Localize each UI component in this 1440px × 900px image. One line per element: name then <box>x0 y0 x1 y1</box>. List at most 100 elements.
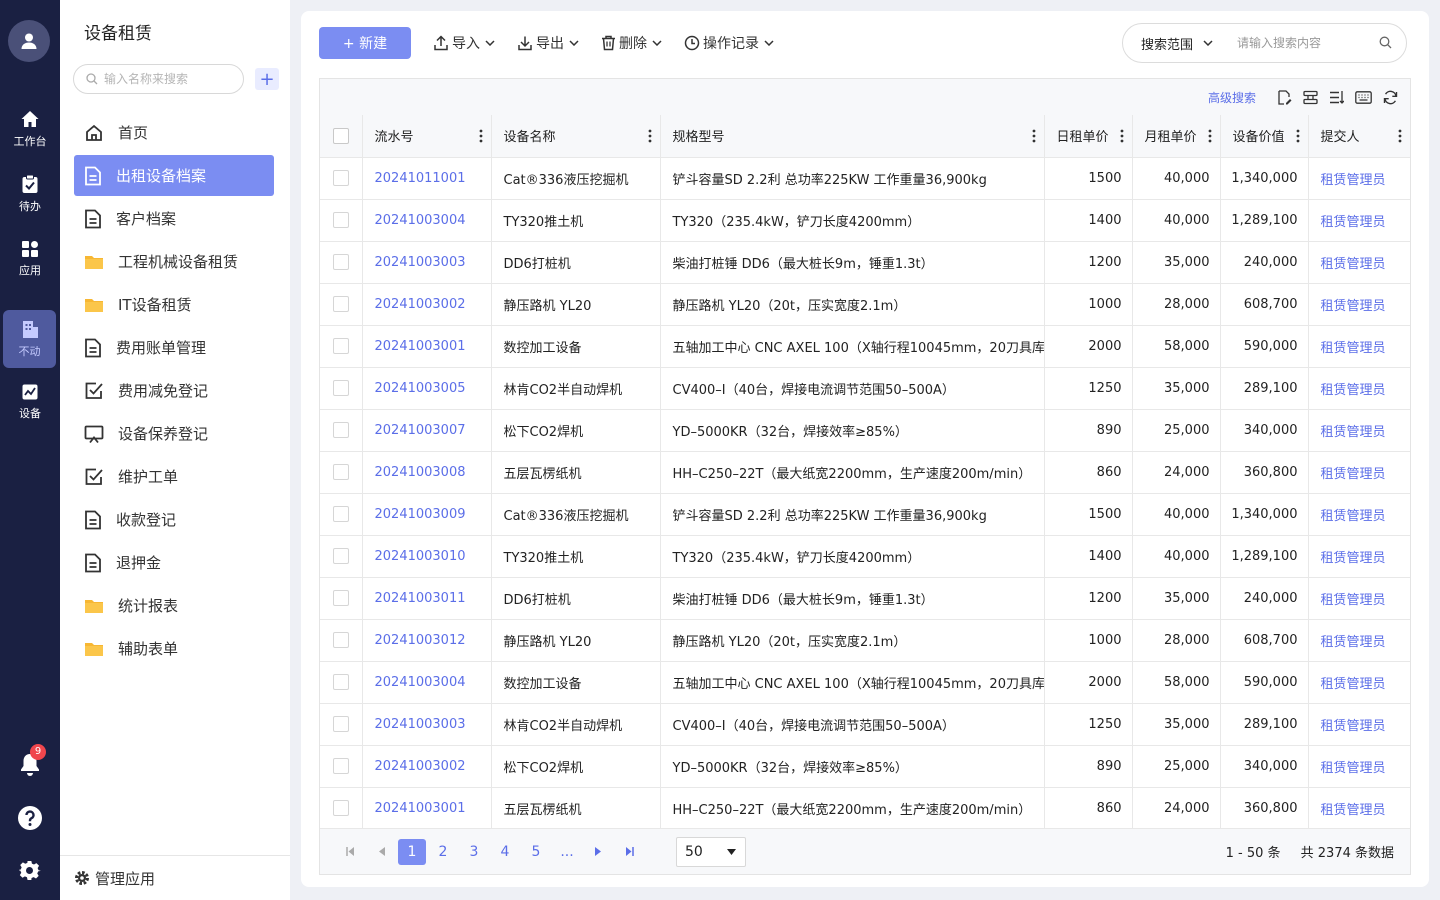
row-checkbox[interactable] <box>320 577 363 620</box>
table-row[interactable]: 20241003010 TY320推土机 TY320（235.4kW，铲刀长度420… <box>320 535 1410 578</box>
sidebar-item-billing[interactable]: 费用账单管理 <box>74 327 274 368</box>
manage-app-button[interactable]: 管理应用 <box>60 855 290 900</box>
page-button-3[interactable]: 3 <box>460 839 488 865</box>
new-button[interactable]: + 新建 <box>319 27 411 59</box>
more-vertical-icon[interactable] <box>1398 129 1402 143</box>
sidebar-item-deposit-refund[interactable]: 退押金 <box>74 542 274 583</box>
search-input[interactable] <box>1237 36 1367 50</box>
serial-number-link[interactable]: 20241003003 <box>362 241 492 284</box>
sidebar-item-maintenance[interactable]: 设备保养登记 <box>74 413 274 454</box>
column-header[interactable]: 规格型号 <box>660 115 1045 158</box>
sidebar-item-fee-waiver[interactable]: 费用减免登记 <box>74 370 274 411</box>
sidebar-item-home[interactable]: 首页 <box>74 112 274 153</box>
column-header[interactable]: 月租单价 <box>1132 115 1221 158</box>
row-checkbox[interactable] <box>320 199 363 242</box>
row-checkbox[interactable] <box>320 409 363 452</box>
refresh-button[interactable] <box>1383 90 1398 105</box>
row-checkbox[interactable] <box>320 157 363 200</box>
table-row[interactable]: 20241003012 静压路机 YL20 静压路机 YL20（20t，压实宽度2.… <box>320 619 1410 662</box>
table-row[interactable]: 20241003007 松下CO2焊机 YD–5000KR（32台，焊接效率≥85%… <box>320 409 1410 452</box>
column-header[interactable]: 设备价值 <box>1220 115 1309 158</box>
serial-number-link[interactable]: 20241003010 <box>362 535 492 578</box>
help-button[interactable] <box>0 805 60 831</box>
operation-log-button[interactable]: 操作记录 <box>684 33 774 53</box>
page-size-select[interactable]: 50 <box>676 836 746 867</box>
serial-number-link[interactable]: 20241003008 <box>362 451 492 494</box>
serial-number-link[interactable]: 20241003012 <box>362 619 492 662</box>
search-scope-select[interactable]: 搜索范围 <box>1141 34 1237 53</box>
serial-number-link[interactable]: 20241003003 <box>362 703 492 746</box>
settings-button[interactable] <box>0 860 60 882</box>
row-checkbox[interactable] <box>320 619 363 662</box>
sidebar-item-work-order[interactable]: 维护工单 <box>74 456 274 497</box>
row-checkbox[interactable] <box>320 367 363 410</box>
table-row[interactable]: 20241003003 DD6打桩机 柴油打桩锤 DD6（最大桩长9m，锤重1.3t… <box>320 241 1410 284</box>
serial-number-link[interactable]: 20241003002 <box>362 745 492 788</box>
sidebar-item-aux-forms[interactable]: 辅助表单 <box>74 628 274 669</box>
advanced-search-link[interactable]: 高级搜索 <box>1208 89 1256 106</box>
sidebar-search[interactable] <box>73 64 244 94</box>
serial-number-link[interactable]: 20241003009 <box>362 493 492 536</box>
table-row[interactable]: 20241003005 林肯CO2半自动焊机 CV400–I（40台，焊接电流调节范… <box>320 367 1410 410</box>
serial-number-link[interactable]: 20241003005 <box>362 367 492 410</box>
more-vertical-icon[interactable] <box>1120 129 1124 143</box>
row-checkbox[interactable] <box>320 535 363 578</box>
more-vertical-icon[interactable] <box>1296 129 1300 143</box>
serial-number-link[interactable]: 20241003002 <box>362 283 492 326</box>
search-icon[interactable] <box>1379 36 1392 49</box>
rail-item-workbench[interactable]: 工作台 <box>0 100 60 158</box>
avatar[interactable] <box>8 20 50 62</box>
delete-button[interactable]: 删除 <box>601 33 662 53</box>
page-button-5[interactable]: 5 <box>522 839 550 865</box>
keyboard-button[interactable] <box>1355 90 1372 104</box>
table-row[interactable]: 20241003001 五层瓦楞纸机 HH–C250–22T（最大纸宽2200mm，… <box>320 787 1410 829</box>
row-checkbox[interactable] <box>320 745 363 788</box>
column-settings-button[interactable] <box>1329 90 1344 105</box>
submitter-link[interactable]: 租赁管理员 <box>1308 661 1410 704</box>
submitter-link[interactable]: 租赁管理员 <box>1308 619 1410 662</box>
row-checkbox[interactable] <box>320 703 363 746</box>
sidebar-item-construction[interactable]: 工程机械设备租赁 <box>74 241 274 282</box>
sidebar-item-it[interactable]: IT设备租赁 <box>74 284 274 325</box>
first-page-button[interactable] <box>336 839 364 865</box>
page-ellipsis[interactable]: ... <box>553 839 581 865</box>
serial-number-link[interactable]: 20241003011 <box>362 577 492 620</box>
sidebar-item-rental-equipment[interactable]: 出租设备档案 <box>74 155 274 196</box>
table-row[interactable]: 20241003001 数控加工设备 五轴加工中心 CNC AXEL 100（X轴行… <box>320 325 1410 368</box>
sidebar-item-receipts[interactable]: 收款登记 <box>74 499 274 540</box>
next-page-button[interactable] <box>584 839 612 865</box>
submitter-link[interactable]: 租赁管理员 <box>1308 535 1410 578</box>
last-page-button[interactable] <box>615 839 643 865</box>
select-all-checkbox[interactable] <box>320 115 363 158</box>
row-checkbox[interactable] <box>320 451 363 494</box>
sidebar-item-customers[interactable]: 客户档案 <box>74 198 274 239</box>
sidebar-item-reports[interactable]: 统计报表 <box>74 585 274 626</box>
table-row[interactable]: 20241003011 DD6打桩机 柴油打桩锤 DD6（最大桩长9m，锤重1.3t… <box>320 577 1410 620</box>
import-button[interactable]: 导入 <box>433 33 495 53</box>
table-row[interactable]: 20241003009 Cat®336液压挖掘机 铲斗容量SD 2.2利 总功率22… <box>320 493 1410 536</box>
submitter-link[interactable]: 租赁管理员 <box>1308 283 1410 326</box>
rail-item-equipment[interactable]: 设备 <box>0 373 60 431</box>
sidebar-search-input[interactable] <box>104 72 234 86</box>
serial-number-link[interactable]: 20241011001 <box>362 157 492 200</box>
notifications-button[interactable]: 9 <box>0 744 60 776</box>
export-sheet-button[interactable] <box>1277 89 1292 105</box>
row-checkbox[interactable] <box>320 325 363 368</box>
more-vertical-icon[interactable] <box>1208 129 1212 143</box>
table-row[interactable]: 20241003003 林肯CO2半自动焊机 CV400–I（40台，焊接电流调节范… <box>320 703 1410 746</box>
row-checkbox[interactable] <box>320 283 363 326</box>
submitter-link[interactable]: 租赁管理员 <box>1308 241 1410 284</box>
column-header[interactable]: 流水号 <box>362 115 492 158</box>
more-vertical-icon[interactable] <box>1032 129 1036 143</box>
submitter-link[interactable]: 租赁管理员 <box>1308 577 1410 620</box>
submitter-link[interactable]: 租赁管理员 <box>1308 367 1410 410</box>
submitter-link[interactable]: 租赁管理员 <box>1308 493 1410 536</box>
serial-number-link[interactable]: 20241003004 <box>362 199 492 242</box>
table-row[interactable]: 20241011001 Cat®336液压挖掘机 铲斗容量SD 2.2利 总功率22… <box>320 157 1410 200</box>
serial-number-link[interactable]: 20241003007 <box>362 409 492 452</box>
row-checkbox[interactable] <box>320 241 363 284</box>
column-header[interactable]: 提交人 <box>1308 115 1410 158</box>
export-button[interactable]: 导出 <box>517 33 579 53</box>
submitter-link[interactable]: 租赁管理员 <box>1308 745 1410 788</box>
row-checkbox[interactable] <box>320 661 363 704</box>
